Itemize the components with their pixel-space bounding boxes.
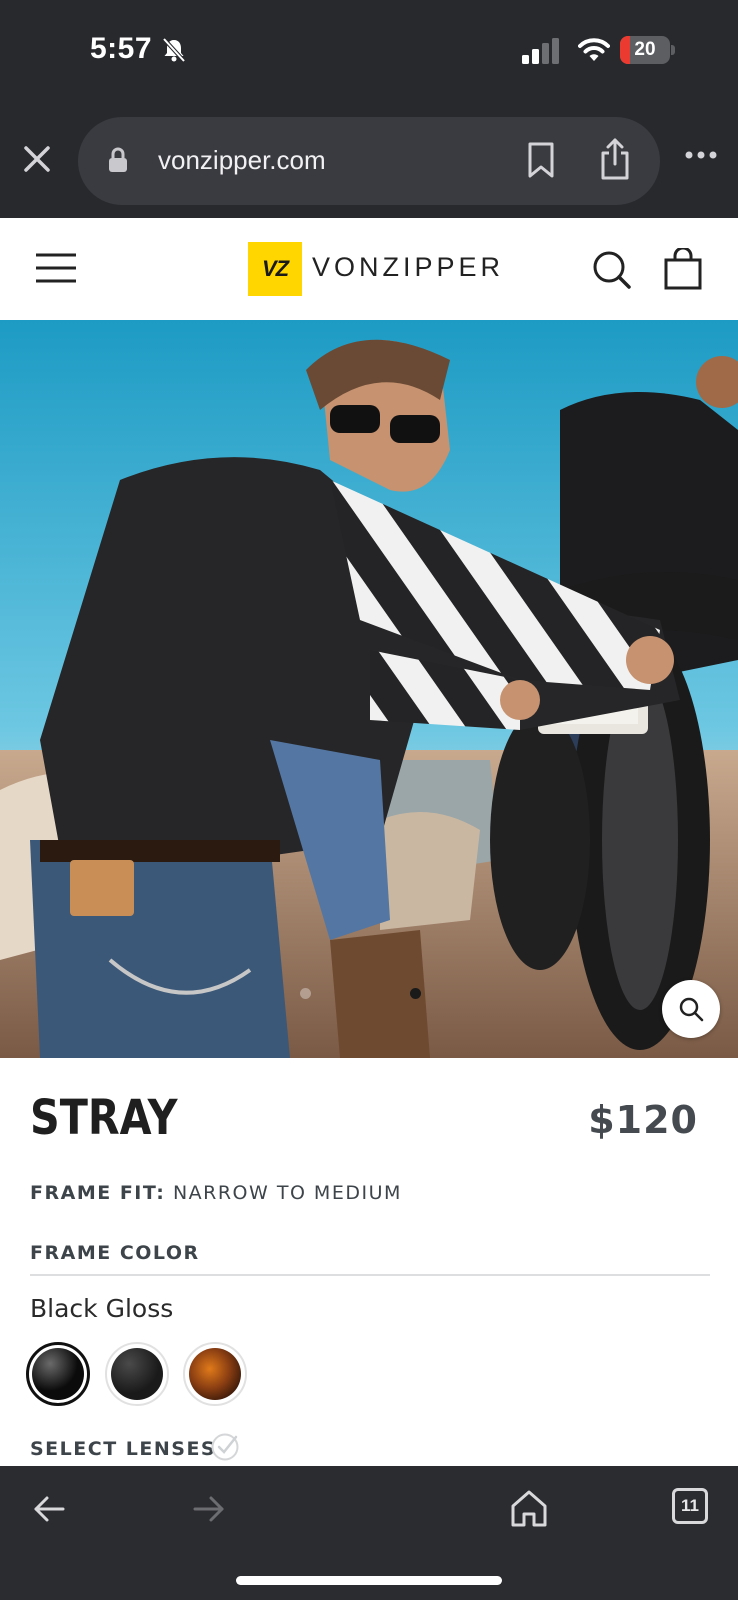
search-icon[interactable]: [592, 250, 632, 290]
lock-icon: [109, 147, 127, 172]
carousel-indicator: [300, 988, 440, 1000]
menu-icon[interactable]: [34, 252, 78, 284]
browser-toolbar: 11: [0, 1466, 738, 1600]
frame-fit-label: FRAME FIT:: [30, 1182, 166, 1204]
selected-color-name: Black Gloss: [30, 1294, 174, 1323]
shopping-bag-icon[interactable]: [664, 248, 702, 290]
zoom-button[interactable]: [662, 980, 720, 1038]
section-divider: [30, 1274, 710, 1276]
status-bar: 5:57 20: [0, 0, 738, 104]
swatch-fill: [189, 1348, 241, 1400]
swatch-fill: [111, 1348, 163, 1400]
home-icon[interactable]: [510, 1488, 548, 1528]
swatch-fill: [32, 1348, 84, 1400]
cellular-signal-icon: [522, 38, 559, 64]
checkmark-circle-icon: [211, 1433, 239, 1461]
frame-fit: FRAME FIT: NARROW TO MEDIUM: [30, 1182, 402, 1204]
color-swatch-tortoise[interactable]: [183, 1342, 247, 1406]
carousel-dot[interactable]: [300, 988, 311, 999]
battery-indicator: 20: [620, 36, 675, 64]
product-price: $120: [588, 1098, 698, 1142]
color-swatch-black-matte[interactable]: [105, 1342, 169, 1406]
silent-bell-icon: [162, 37, 186, 63]
forward-arrow-icon[interactable]: [192, 1494, 226, 1524]
close-icon[interactable]: [18, 140, 56, 178]
status-time: 5:57: [90, 32, 153, 65]
color-swatch-black-gloss[interactable]: [26, 1342, 90, 1406]
url-text: vonzipper.com: [158, 145, 326, 175]
select-lenses-heading: SELECT LENSES: [30, 1438, 217, 1460]
frame-fit-value: NARROW TO MEDIUM: [172, 1182, 402, 1204]
brand-logo-wordmark[interactable]: VONZIPPER: [312, 252, 504, 283]
battery-percent: 20: [634, 39, 656, 60]
frame-color-heading: FRAME COLOR: [30, 1242, 200, 1264]
carousel-dot[interactable]: [410, 988, 421, 999]
browser-url-bar: vonzipper.com: [0, 104, 738, 218]
product-lifestyle-photo: [0, 320, 738, 1058]
back-arrow-icon[interactable]: [32, 1494, 66, 1524]
share-icon[interactable]: [598, 137, 632, 181]
wifi-icon: [578, 38, 610, 61]
product-hero-image[interactable]: [0, 320, 738, 1058]
product-title: STRAY: [30, 1090, 178, 1146]
brand-logo-mark[interactable]: VZ: [248, 242, 302, 296]
more-options-icon[interactable]: [684, 148, 718, 162]
tabs-count-button[interactable]: 11: [672, 1488, 708, 1524]
site-header: VZ VONZIPPER: [0, 218, 738, 320]
home-indicator: [236, 1576, 502, 1585]
magnifier-icon: [679, 997, 704, 1022]
address-field[interactable]: vonzipper.com: [78, 117, 660, 205]
bookmark-icon[interactable]: [526, 141, 556, 179]
logo-mark-text: VZ: [261, 256, 289, 281]
